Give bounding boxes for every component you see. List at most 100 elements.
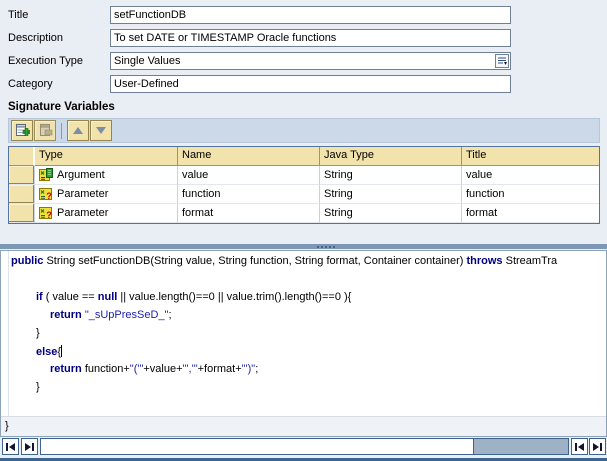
selector-column-header	[9, 147, 35, 166]
left-arrow-icon	[578, 442, 584, 451]
execution-type-field-row: Execution Type	[0, 52, 607, 71]
title-field-row: Title	[0, 6, 607, 25]
column-header-java-type[interactable]: Java Type	[320, 147, 462, 166]
row-selector[interactable]	[9, 185, 35, 204]
execution-type-dropdown-button[interactable]	[495, 54, 509, 68]
code-token: else	[36, 346, 58, 358]
title-cell[interactable]: function	[462, 185, 599, 204]
type-cell[interactable]: ? Parameter	[35, 185, 178, 204]
row-selector[interactable]	[9, 166, 35, 185]
parameter-icon: ?	[39, 206, 53, 220]
code-token: "_sUpPresSeD_"	[84, 309, 169, 321]
table-row-function: ? Parameter function String function	[9, 185, 599, 204]
java-type-cell[interactable]: String	[320, 204, 462, 223]
parameter-icon: ?	[39, 187, 53, 201]
category-field-row: Category	[0, 75, 607, 94]
code-token: +format+	[197, 363, 242, 375]
function-signature-line: public String setFunctionDB(String value…	[1, 251, 606, 267]
code-token: "('"	[129, 363, 144, 375]
code-token: StreamTra	[502, 255, 558, 267]
table-row-value: Argument value String value	[9, 166, 599, 185]
scrollbar-track[interactable]	[40, 438, 569, 455]
code-token: if	[36, 291, 43, 303]
splitter-grip-icon	[316, 245, 335, 248]
title-label: Title	[8, 9, 29, 21]
signature-toolbar	[8, 118, 600, 143]
move-down-icon	[96, 127, 106, 134]
type-label: Argument	[57, 169, 105, 181]
code-token: return	[50, 309, 82, 321]
code-token: }	[36, 327, 40, 339]
type-cell[interactable]: Argument	[35, 166, 178, 185]
delete-variable-button[interactable]	[34, 120, 56, 141]
title-input[interactable]	[111, 7, 510, 23]
table-row-format: ? Parameter format String format	[9, 204, 599, 223]
svg-text:?: ?	[46, 191, 52, 201]
scroll-left-icon	[6, 442, 8, 451]
argument-icon	[39, 168, 53, 182]
code-token: || value.length()==0 || value.trim().len…	[117, 291, 352, 303]
code-token: null	[97, 291, 118, 303]
description-input[interactable]	[111, 30, 510, 46]
code-body-textarea[interactable]: if ( value == null || value.length()==0 …	[1, 291, 606, 399]
title-cell[interactable]: format	[462, 204, 599, 223]
description-label: Description	[8, 32, 64, 44]
code-token: public	[11, 255, 44, 267]
closing-brace-line: }	[1, 416, 606, 436]
scroll-right-button[interactable]	[21, 438, 38, 455]
svg-text:?: ?	[46, 210, 52, 220]
name-cell[interactable]: format	[178, 204, 320, 223]
code-token: "')"	[241, 363, 256, 375]
add-variable-icon	[15, 123, 30, 138]
code-token: throws	[466, 255, 503, 267]
description-field-row: Description	[0, 29, 607, 48]
title-cell[interactable]: value	[462, 166, 599, 185]
move-up-button[interactable]	[67, 120, 89, 141]
code-token: ;	[168, 309, 172, 321]
code-token: }	[36, 381, 40, 393]
code-token: +value+	[143, 363, 183, 375]
code-editor-panel: public String setFunctionDB(String value…	[0, 250, 607, 437]
add-variable-button[interactable]	[11, 120, 33, 141]
right-arrow-icon	[593, 442, 599, 451]
signature-variables-table: Type Name Java Type Title Argument value…	[8, 146, 600, 224]
code-token: ( value ==	[42, 291, 98, 303]
row-selector[interactable]	[9, 204, 35, 223]
category-input[interactable]	[111, 76, 510, 92]
column-header-name[interactable]: Name	[178, 147, 320, 166]
text-caret	[61, 345, 63, 357]
scroll-right-icon	[32, 442, 34, 451]
value-help-icon	[497, 56, 507, 66]
column-header-type[interactable]: Type	[35, 147, 178, 166]
type-cell[interactable]: ? Parameter	[35, 204, 178, 223]
name-cell[interactable]: value	[178, 166, 320, 185]
table-header-row: Type Name Java Type Title	[9, 147, 599, 166]
code-token: "','"	[182, 363, 198, 375]
scroll-left-end-button[interactable]	[571, 438, 588, 455]
code-line-return-suppressed: return "_sUpPresSeD_";	[1, 309, 606, 327]
move-down-button[interactable]	[90, 120, 112, 141]
execution-type-input[interactable]	[111, 53, 510, 69]
closing-brace: }	[5, 420, 9, 432]
java-type-cell[interactable]: String	[320, 185, 462, 204]
horizontal-splitter[interactable]	[0, 244, 607, 249]
type-label: Parameter	[57, 188, 109, 200]
right-arrow-icon	[25, 442, 31, 451]
code-token: function+	[81, 363, 130, 375]
execution-type-label: Execution Type	[8, 55, 84, 67]
signature-variables-heading: Signature Variables	[8, 101, 115, 113]
horizontal-scrollbar	[0, 438, 607, 457]
code-line-close-if: }	[1, 327, 606, 345]
description-field-box	[110, 29, 511, 47]
scrollbar-thumb[interactable]	[473, 439, 568, 454]
code-line-else: else{	[1, 345, 606, 363]
code-line-if: if ( value == null || value.length()==0 …	[1, 291, 606, 309]
name-cell[interactable]: function	[178, 185, 320, 204]
java-type-cell[interactable]: String	[320, 166, 462, 185]
scroll-right-end-button[interactable]	[589, 438, 606, 455]
code-line-return-function: return function+"('"+value+"','"+format+…	[1, 363, 606, 381]
column-header-title[interactable]: Title	[462, 147, 599, 166]
code-line-close-else: }	[1, 381, 606, 399]
scroll-left-button[interactable]	[2, 438, 19, 455]
move-up-icon	[73, 127, 83, 134]
